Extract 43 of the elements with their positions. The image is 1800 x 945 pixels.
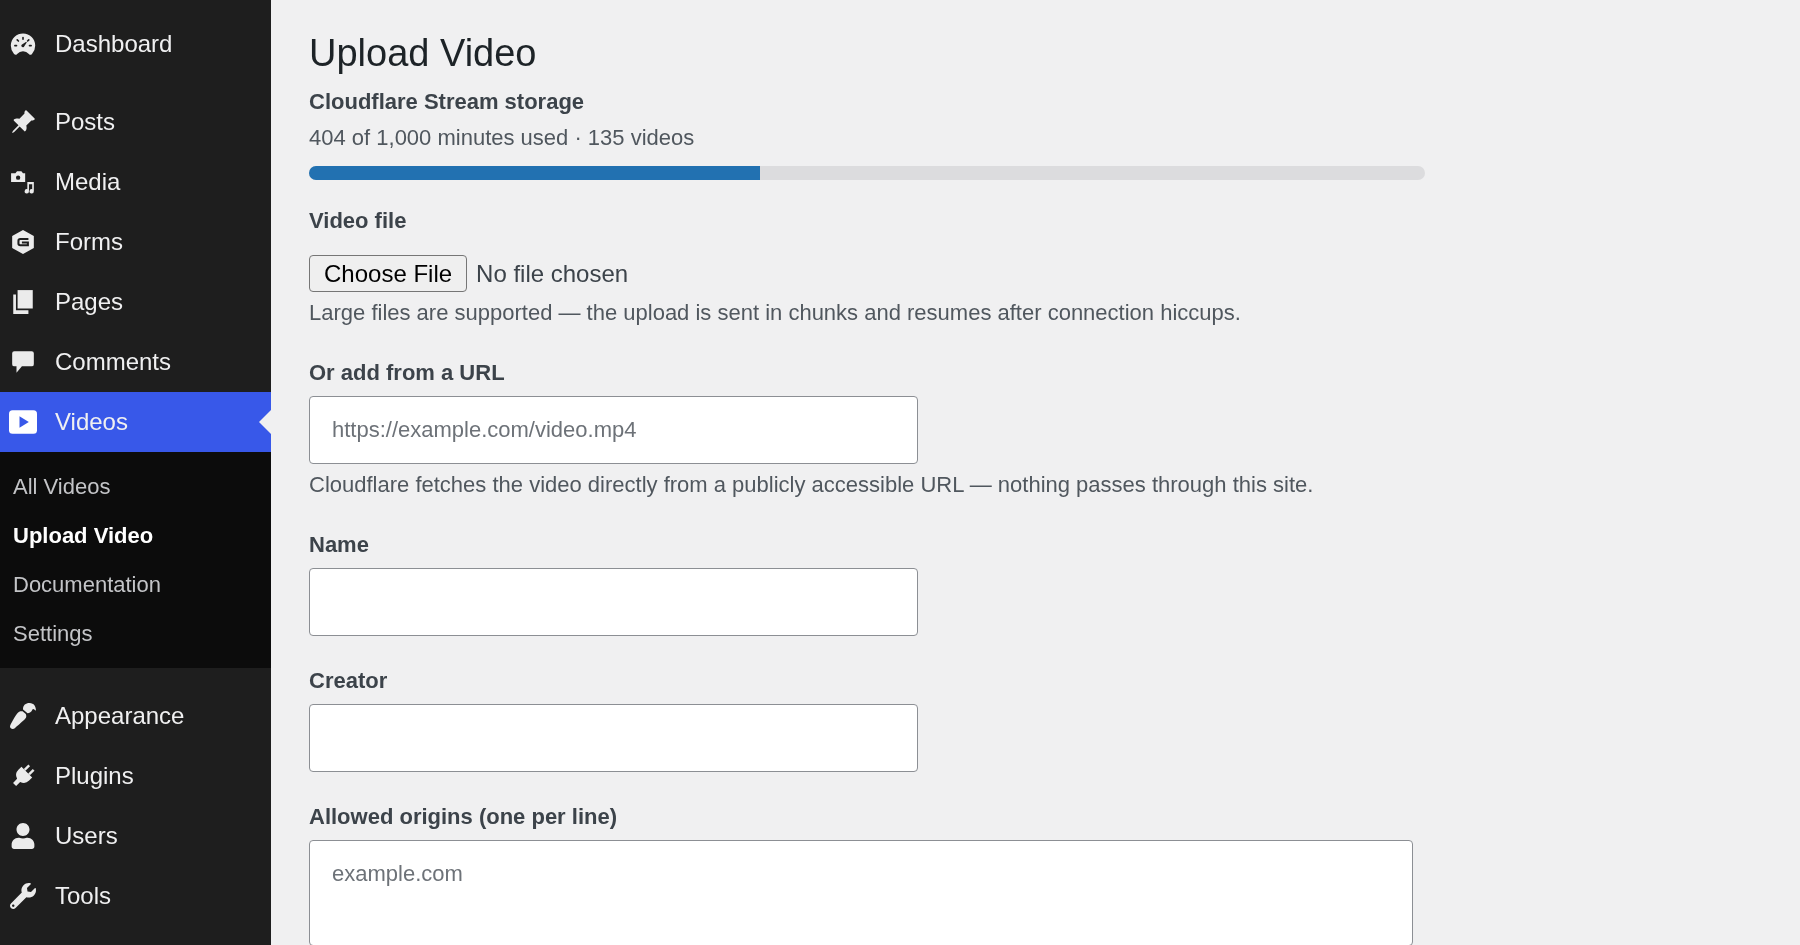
text-input[interactable] — [309, 568, 918, 636]
sidebar-menu-item[interactable]: Videos — [0, 392, 271, 452]
sidebar-menu-item[interactable]: Comments — [0, 332, 271, 392]
wrench-icon — [10, 883, 36, 909]
submenu-item[interactable]: Settings — [0, 609, 271, 658]
sidebar-menu-item[interactable]: Pages — [0, 272, 271, 332]
sidebar-menu-item[interactable]: Dashboard — [0, 14, 271, 74]
text-input[interactable] — [309, 704, 918, 772]
field-help-text: Cloudflare fetches the video directly from a publicly accessible URL — nothing passes through this site. — [309, 471, 1315, 499]
sidebar-menu-item[interactable]: Appearance — [0, 686, 271, 746]
field-label: Video file — [309, 207, 408, 235]
field-help-text: Large files are supported — the upload is sent in chunks and resumes after connection hiccups. — [309, 299, 1242, 327]
storage-summary: 404 of 1,000 minutes used · 135 videos — [309, 124, 696, 152]
play-icon — [9, 410, 37, 434]
gauge-icon — [10, 31, 36, 57]
file-status: No file chosen — [476, 258, 629, 289]
paintbrush-icon — [10, 703, 36, 729]
choose-file-button[interactable]: Choose File — [309, 255, 468, 292]
speech-bubble-icon — [10, 349, 36, 375]
submenu-item[interactable]: All Videos — [0, 462, 271, 511]
sidebar-menu-item[interactable]: Users — [0, 806, 271, 866]
field-label: Name — [309, 531, 370, 559]
sidebar-menu-item[interactable]: Plugins — [0, 746, 271, 806]
field-label: Allowed origins (one per line) — [309, 803, 619, 831]
pages-icon — [10, 289, 36, 315]
triangle-pointer-icon — [259, 410, 271, 434]
user-icon — [10, 823, 36, 849]
sidebar-menu-item[interactable]: Posts — [0, 92, 271, 152]
sidebar-menu-item[interactable]: Media — [0, 152, 271, 212]
camera-music-note-icon — [10, 169, 36, 195]
field-label: Or add from a URL — [309, 359, 506, 387]
submenu-item[interactable]: Upload Video — [0, 511, 271, 560]
hexagon-icon — [10, 229, 36, 255]
page-title: Upload Video — [309, 31, 538, 76]
pushpin-icon — [10, 109, 36, 135]
storage-heading: Cloudflare Stream storage — [309, 88, 586, 116]
sidebar-menu-item[interactable]: Forms — [0, 212, 271, 272]
submenu-item[interactable]: Documentation — [0, 560, 271, 609]
textarea-input[interactable]: example.com — [309, 840, 1413, 945]
text-input[interactable]: https://example.com/video.mp4 — [309, 396, 918, 464]
field-label: Creator — [309, 667, 389, 695]
plug-icon — [10, 763, 36, 789]
sidebar-menu-item[interactable]: Tools — [0, 866, 271, 926]
